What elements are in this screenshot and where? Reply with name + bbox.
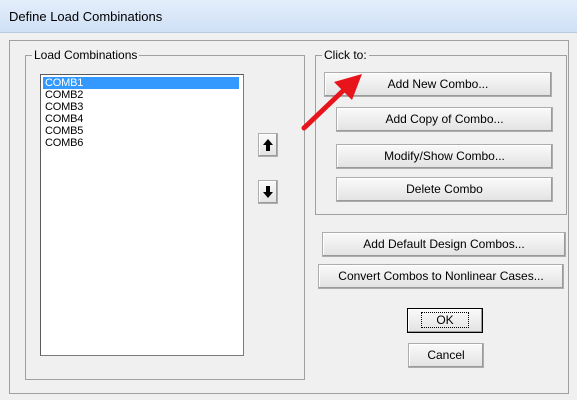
- list-item[interactable]: COMB1: [43, 77, 239, 89]
- load-combinations-list[interactable]: COMB1 COMB2 COMB3 COMB4 COMB5 COMB6: [40, 74, 244, 356]
- window-title: Define Load Combinations: [9, 9, 163, 24]
- ok-label: OK: [421, 312, 469, 328]
- convert-combos-to-nonlinear-button[interactable]: Convert Combos to Nonlinear Cases...: [318, 264, 564, 289]
- list-item[interactable]: COMB5: [43, 125, 243, 137]
- delete-combo-button[interactable]: Delete Combo: [336, 177, 553, 202]
- move-up-button[interactable]: [258, 133, 278, 157]
- list-item[interactable]: COMB3: [43, 101, 243, 113]
- add-default-design-combos-button[interactable]: Add Default Design Combos...: [322, 232, 566, 257]
- arrow-down-icon: [263, 186, 273, 198]
- add-copy-of-combo-button[interactable]: Add Copy of Combo...: [336, 107, 553, 132]
- cancel-button[interactable]: Cancel: [408, 343, 484, 368]
- annotation-arrow-icon: [301, 74, 362, 131]
- ok-button[interactable]: OK: [407, 308, 483, 333]
- title-bar[interactable]: Define Load Combinations: [0, 0, 577, 33]
- load-combinations-label: Load Combinations: [32, 48, 140, 62]
- click-to-label: Click to:: [322, 48, 369, 62]
- arrow-up-icon: [263, 139, 273, 151]
- move-down-button[interactable]: [258, 180, 278, 204]
- modify-show-combo-button[interactable]: Modify/Show Combo...: [336, 144, 553, 169]
- list-item[interactable]: COMB6: [43, 137, 243, 149]
- list-item[interactable]: COMB4: [43, 113, 243, 125]
- list-item[interactable]: COMB2: [43, 89, 243, 101]
